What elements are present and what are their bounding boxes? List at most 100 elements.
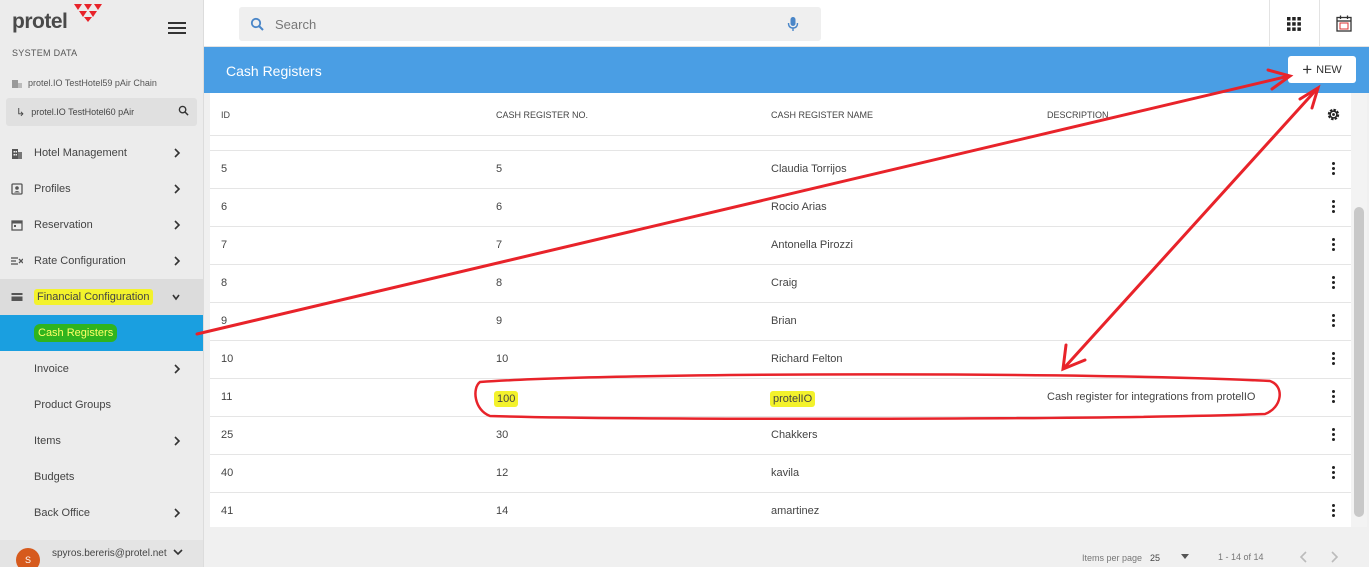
- hotel-label: protel.IO TestHotel60 pAir: [31, 107, 135, 117]
- cell-cash-register-name: Claudia Torrijos: [771, 163, 847, 175]
- top-bar: Search: [204, 0, 1369, 47]
- sidebar-item-label: Hotel Management: [34, 147, 127, 159]
- table-row[interactable]: 40 12 kavila: [210, 455, 1351, 493]
- chevron-right-icon: [174, 364, 181, 374]
- cell-id: 10: [221, 353, 234, 365]
- cell-cash-register-name: amartinez: [771, 505, 820, 517]
- cell-cash-register-no: 14: [496, 505, 509, 517]
- table-row[interactable]: 5 5 Claudia Torrijos: [210, 151, 1351, 189]
- column-header-cash-register-name[interactable]: CASH REGISTER NAME: [771, 110, 873, 120]
- hotel-search-icon[interactable]: [178, 105, 189, 116]
- page-range: 1 - 14 of 14: [1218, 552, 1264, 562]
- table-row-partial: [210, 136, 1351, 151]
- sidebar-item-profiles[interactable]: Profiles: [0, 171, 203, 207]
- cell-id: 8: [221, 277, 228, 289]
- sidebar-item-label: Reservation: [34, 219, 93, 231]
- sidebar-item-label: Items: [34, 435, 61, 447]
- subdirectory-arrow-icon: ↳: [16, 106, 26, 119]
- row-menu-icon[interactable]: [1330, 238, 1336, 254]
- row-menu-icon[interactable]: [1330, 276, 1336, 292]
- column-header-id[interactable]: ID: [221, 110, 230, 120]
- search-input[interactable]: Search: [239, 7, 821, 41]
- cell-id: 40: [221, 467, 234, 479]
- cell-cash-register-no: 30: [496, 429, 509, 441]
- plus-icon: +: [1302, 60, 1313, 79]
- cell-cash-register-no: 10: [496, 353, 509, 365]
- sidebar-item-financial-configuration[interactable]: Financial Configuration: [0, 279, 203, 315]
- sidebar-item-label: Profiles: [34, 183, 71, 195]
- chain-label: protel.IO TestHotel59 pAir Chain: [28, 78, 157, 88]
- avatar: S: [16, 548, 40, 567]
- items-per-page-label: Items per page: [1082, 553, 1143, 563]
- table-row[interactable]: 9 9 Brian: [210, 303, 1351, 341]
- sidebar-item-back-office[interactable]: Back Office: [0, 495, 203, 531]
- chevron-right-icon[interactable]: [1330, 551, 1339, 563]
- sidebar-item-label: Financial Configuration: [34, 289, 153, 305]
- cell-id: 25: [221, 429, 234, 441]
- chain-building-icon: [12, 80, 22, 88]
- sidebar-item-label: Rate Configuration: [34, 255, 126, 267]
- calendar-button[interactable]: [1319, 0, 1367, 47]
- chevron-right-icon: [174, 184, 181, 194]
- cell-description: Cash register for integrations from prot…: [1047, 391, 1256, 403]
- cell-cash-register-no: 8: [496, 277, 503, 289]
- sidebar-item-rate-configuration[interactable]: Rate Configuration: [0, 243, 203, 279]
- table-row[interactable]: 8 8 Craig: [210, 265, 1351, 303]
- sidebar-item-cash-registers[interactable]: Cash Registers: [0, 315, 203, 351]
- cell-cash-register-no: 100: [494, 391, 519, 407]
- row-menu-icon[interactable]: [1330, 390, 1336, 406]
- sidebar-item-label: Back Office: [34, 507, 91, 519]
- new-button[interactable]: + NEW: [1288, 56, 1356, 83]
- sidebar-nav: Hotel Management Profiles Reservation Ra…: [0, 135, 203, 531]
- apps-grid-icon: [1286, 16, 1301, 31]
- chevron-right-icon: [174, 508, 181, 518]
- cell-id: 11: [221, 391, 233, 403]
- row-menu-icon[interactable]: [1330, 428, 1336, 444]
- menu-toggle-icon[interactable]: [168, 22, 186, 36]
- column-header-description[interactable]: DESCRIPTION: [1047, 110, 1109, 120]
- sidebar-item-items[interactable]: Items: [0, 423, 203, 459]
- gear-icon[interactable]: [1326, 107, 1341, 122]
- chevron-left-icon[interactable]: [1299, 551, 1308, 563]
- sidebar-item-product-groups[interactable]: Product Groups: [0, 387, 203, 423]
- dropdown-arrow-icon[interactable]: [1181, 554, 1189, 559]
- row-menu-icon[interactable]: [1330, 162, 1336, 178]
- row-menu-icon[interactable]: [1330, 200, 1336, 216]
- brand-logo: protel: [12, 4, 102, 34]
- search-placeholder: Search: [275, 16, 317, 32]
- user-menu[interactable]: S spyros.bereris@protel.net: [0, 540, 203, 567]
- property-chain[interactable]: protel.IO TestHotel59 pAir Chain: [12, 78, 157, 88]
- sidebar-item-reservation[interactable]: Reservation: [0, 207, 203, 243]
- brand-mark-icon: [74, 4, 102, 22]
- table-row[interactable]: 10 10 Richard Felton: [210, 341, 1351, 379]
- card-icon: [11, 293, 23, 301]
- building-icon: [12, 149, 22, 159]
- table-row[interactable]: 7 7 Antonella Pirozzi: [210, 227, 1351, 265]
- cell-cash-register-name: Antonella Pirozzi: [771, 239, 853, 251]
- sidebar-item-budgets[interactable]: Budgets: [0, 459, 203, 495]
- items-per-page-select[interactable]: 25: [1150, 553, 1160, 563]
- sidebar-item-hotel-management[interactable]: Hotel Management: [0, 135, 203, 171]
- cell-cash-register-no: 5: [496, 163, 503, 175]
- sidebar-item-invoice[interactable]: Invoice: [0, 351, 203, 387]
- row-menu-icon[interactable]: [1330, 314, 1336, 330]
- apps-grid-button[interactable]: [1269, 0, 1317, 47]
- table-scrollbar[interactable]: [1351, 93, 1367, 527]
- cell-id: 9: [221, 315, 228, 327]
- row-menu-icon[interactable]: [1330, 352, 1336, 368]
- cell-cash-register-no: 9: [496, 315, 503, 327]
- cell-cash-register-name: Rocio Arias: [771, 201, 827, 213]
- table-row[interactable]: 41 14 amartinez: [210, 493, 1351, 531]
- column-header-cash-register-no[interactable]: CASH REGISTER NO.: [496, 110, 588, 120]
- scrollbar-thumb[interactable]: [1354, 207, 1364, 517]
- chevron-right-icon: [174, 220, 181, 230]
- hotel-selector[interactable]: ↳ protel.IO TestHotel60 pAir: [6, 98, 197, 126]
- table-row[interactable]: 6 6 Rocio Arias: [210, 189, 1351, 227]
- microphone-icon[interactable]: [787, 16, 799, 32]
- cell-cash-register-name: Craig: [771, 277, 798, 289]
- table-row[interactable]: 25 30 Chakkers: [210, 417, 1351, 455]
- row-menu-icon[interactable]: [1330, 504, 1336, 520]
- table-row[interactable]: 11 100 protelIO Cash register for integrati…: [210, 379, 1351, 417]
- chevron-right-icon: [174, 256, 181, 266]
- row-menu-icon[interactable]: [1330, 466, 1336, 482]
